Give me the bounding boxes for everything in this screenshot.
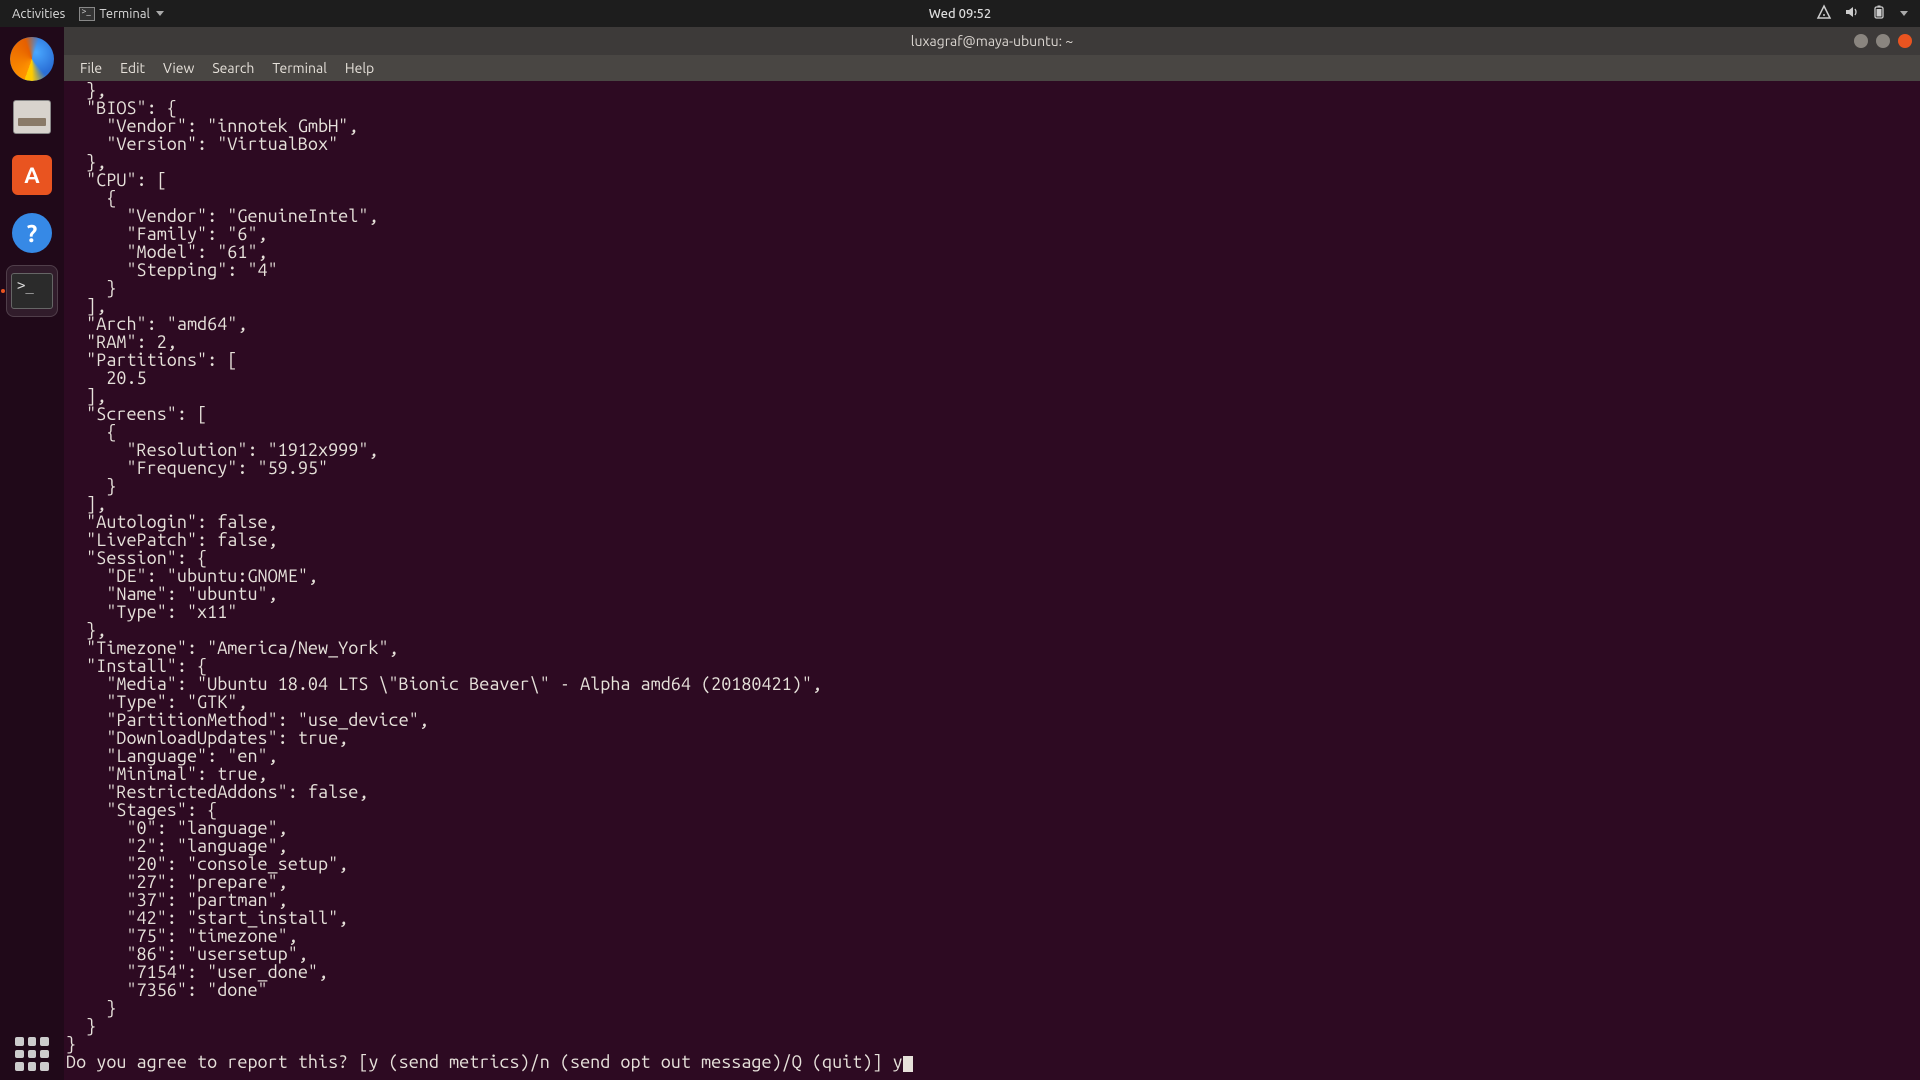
battery-icon[interactable]	[1872, 4, 1886, 23]
terminal-icon	[11, 273, 53, 309]
gnome-topbar: Activities Terminal Wed 09:52	[0, 0, 1920, 27]
dock-files[interactable]	[6, 91, 58, 143]
menu-terminal[interactable]: Terminal	[264, 57, 335, 79]
close-button[interactable]	[1898, 34, 1912, 48]
terminal-cursor	[903, 1056, 913, 1072]
activities-label: Activities	[12, 7, 65, 21]
chevron-down-icon	[156, 11, 164, 16]
volume-icon[interactable]	[1844, 4, 1860, 23]
menu-help[interactable]: Help	[337, 57, 382, 79]
menu-search[interactable]: Search	[204, 57, 262, 79]
window-titlebar[interactable]: luxagraf@maya-ubuntu: ~	[64, 27, 1920, 55]
files-icon	[13, 100, 51, 134]
dock-software[interactable]: A	[6, 149, 58, 201]
active-app-label: Terminal	[99, 7, 150, 21]
window-title: luxagraf@maya-ubuntu: ~	[911, 33, 1073, 49]
dock-firefox[interactable]	[6, 33, 58, 85]
menu-edit[interactable]: Edit	[112, 57, 153, 79]
dock-terminal[interactable]	[6, 265, 58, 317]
menu-view[interactable]: View	[155, 57, 202, 79]
dock-show-apps[interactable]	[6, 1028, 58, 1080]
software-center-icon: A	[12, 155, 52, 195]
dock-help[interactable]: ?	[6, 207, 58, 259]
window-controls	[1854, 34, 1912, 48]
apps-grid-icon	[15, 1037, 49, 1071]
clock[interactable]: Wed 09:52	[929, 7, 991, 21]
system-menu-chevron-icon[interactable]	[1900, 11, 1908, 16]
terminal-small-icon	[79, 7, 95, 21]
activities-button[interactable]: Activities	[12, 7, 65, 21]
clock-label: Wed 09:52	[929, 7, 991, 21]
dock: A ?	[0, 27, 64, 1080]
minimize-button[interactable]	[1854, 34, 1868, 48]
network-icon[interactable]	[1816, 4, 1832, 23]
maximize-button[interactable]	[1876, 34, 1890, 48]
firefox-icon	[10, 37, 54, 81]
help-icon: ?	[12, 213, 52, 253]
menu-file[interactable]: File	[72, 57, 110, 79]
terminal-output[interactable]: }, "BIOS": { "Vendor": "innotek GmbH", "…	[64, 81, 1920, 1080]
active-app-menu[interactable]: Terminal	[79, 7, 164, 21]
terminal-menubar: File Edit View Search Terminal Help	[64, 55, 1920, 81]
